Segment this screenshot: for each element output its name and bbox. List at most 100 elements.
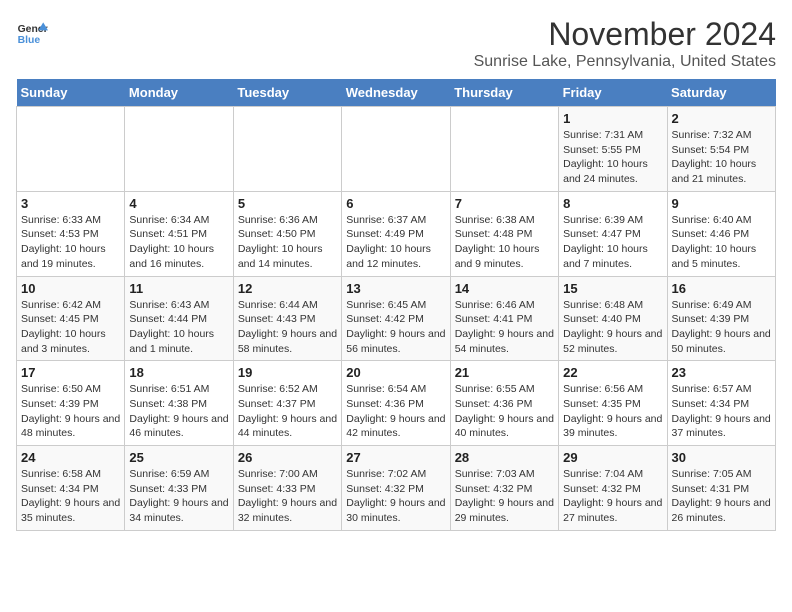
day-info: Sunrise: 7:04 AM Sunset: 4:32 PM Dayligh… [563, 467, 662, 526]
day-info: Sunrise: 7:00 AM Sunset: 4:33 PM Dayligh… [238, 467, 337, 526]
calendar-table: SundayMondayTuesdayWednesdayThursdayFrid… [16, 79, 776, 531]
day-info: Sunrise: 6:51 AM Sunset: 4:38 PM Dayligh… [129, 382, 228, 441]
day-info: Sunrise: 6:43 AM Sunset: 4:44 PM Dayligh… [129, 298, 228, 357]
day-info: Sunrise: 6:37 AM Sunset: 4:49 PM Dayligh… [346, 213, 445, 272]
day-number: 17 [21, 365, 120, 380]
day-number: 11 [129, 281, 228, 296]
calendar-cell [450, 107, 558, 192]
day-info: Sunrise: 6:59 AM Sunset: 4:33 PM Dayligh… [129, 467, 228, 526]
day-info: Sunrise: 6:52 AM Sunset: 4:37 PM Dayligh… [238, 382, 337, 441]
day-number: 14 [455, 281, 554, 296]
day-number: 3 [21, 196, 120, 211]
day-number: 15 [563, 281, 662, 296]
calendar-body: 1Sunrise: 7:31 AM Sunset: 5:55 PM Daylig… [17, 107, 776, 531]
day-number: 30 [672, 450, 771, 465]
day-number: 29 [563, 450, 662, 465]
calendar-cell: 13 Sunrise: 6:45 AM Sunset: 4:42 PM Dayli… [342, 276, 450, 361]
day-info: Sunrise: 6:49 AM Sunset: 4:39 PM Dayligh… [672, 298, 771, 357]
day-info: Sunrise: 7:02 AM Sunset: 4:32 PM Dayligh… [346, 467, 445, 526]
header-cell-monday: Monday [125, 79, 233, 107]
day-number: 25 [129, 450, 228, 465]
calendar-cell: 21 Sunrise: 6:55 AM Sunset: 4:36 PM Dayli… [450, 361, 558, 446]
day-number: 18 [129, 365, 228, 380]
header-cell-wednesday: Wednesday [342, 79, 450, 107]
calendar-week-3: 17 Sunrise: 6:50 AM Sunset: 4:39 PM Dayli… [17, 361, 776, 446]
day-number: 28 [455, 450, 554, 465]
calendar-cell: 14 Sunrise: 6:46 AM Sunset: 4:41 PM Dayli… [450, 276, 558, 361]
day-number: 26 [238, 450, 337, 465]
day-number: 4 [129, 196, 228, 211]
day-info: Sunrise: 6:42 AM Sunset: 4:45 PM Dayligh… [21, 298, 120, 357]
day-info: Sunrise: 6:55 AM Sunset: 4:36 PM Dayligh… [455, 382, 554, 441]
calendar-cell: 30 Sunrise: 7:05 AM Sunset: 4:31 PM Dayli… [667, 446, 775, 531]
day-info: Sunrise: 6:56 AM Sunset: 4:35 PM Dayligh… [563, 382, 662, 441]
calendar-cell: 5 Sunrise: 6:36 AM Sunset: 4:50 PM Daylig… [233, 191, 341, 276]
day-info: Sunrise: 7:31 AM Sunset: 5:55 PM Dayligh… [563, 128, 662, 187]
day-number: 23 [672, 365, 771, 380]
calendar-cell: 22 Sunrise: 6:56 AM Sunset: 4:35 PM Dayli… [559, 361, 667, 446]
calendar-cell: 10 Sunrise: 6:42 AM Sunset: 4:45 PM Dayli… [17, 276, 125, 361]
day-number: 9 [672, 196, 771, 211]
header-cell-tuesday: Tuesday [233, 79, 341, 107]
day-number: 12 [238, 281, 337, 296]
day-info: Sunrise: 6:33 AM Sunset: 4:53 PM Dayligh… [21, 213, 120, 272]
day-info: Sunrise: 6:57 AM Sunset: 4:34 PM Dayligh… [672, 382, 771, 441]
header-row: SundayMondayTuesdayWednesdayThursdayFrid… [17, 79, 776, 107]
calendar-cell: 17 Sunrise: 6:50 AM Sunset: 4:39 PM Dayli… [17, 361, 125, 446]
subtitle: Sunrise Lake, Pennsylvania, United State… [474, 53, 776, 71]
calendar-week-2: 10 Sunrise: 6:42 AM Sunset: 4:45 PM Dayli… [17, 276, 776, 361]
header-cell-friday: Friday [559, 79, 667, 107]
day-number: 21 [455, 365, 554, 380]
calendar-cell: 24Sunrise: 6:58 AM Sunset: 4:34 PM Dayli… [17, 446, 125, 531]
calendar-cell: 7Sunrise: 6:38 AM Sunset: 4:48 PM Daylig… [450, 191, 558, 276]
calendar-cell: 4 Sunrise: 6:34 AM Sunset: 4:51 PM Daylig… [125, 191, 233, 276]
logo-icon: General Blue [16, 16, 48, 48]
day-info: Sunrise: 7:05 AM Sunset: 4:31 PM Dayligh… [672, 467, 771, 526]
day-number: 19 [238, 365, 337, 380]
calendar-cell: 1Sunrise: 7:31 AM Sunset: 5:55 PM Daylig… [559, 107, 667, 192]
calendar-cell: 20 Sunrise: 6:54 AM Sunset: 4:36 PM Dayli… [342, 361, 450, 446]
day-info: Sunrise: 6:39 AM Sunset: 4:47 PM Dayligh… [563, 213, 662, 272]
calendar-cell: 27 Sunrise: 7:02 AM Sunset: 4:32 PM Dayli… [342, 446, 450, 531]
day-info: Sunrise: 6:44 AM Sunset: 4:43 PM Dayligh… [238, 298, 337, 357]
title-block: November 2024 Sunrise Lake, Pennsylvania… [474, 16, 776, 71]
calendar-cell: 25 Sunrise: 6:59 AM Sunset: 4:33 PM Dayli… [125, 446, 233, 531]
calendar-cell: 8 Sunrise: 6:39 AM Sunset: 4:47 PM Daylig… [559, 191, 667, 276]
day-number: 5 [238, 196, 337, 211]
day-info: Sunrise: 6:58 AM Sunset: 4:34 PM Dayligh… [21, 467, 120, 526]
calendar-week-1: 3 Sunrise: 6:33 AM Sunset: 4:53 PM Daylig… [17, 191, 776, 276]
day-info: Sunrise: 6:40 AM Sunset: 4:46 PM Dayligh… [672, 213, 771, 272]
header-cell-sunday: Sunday [17, 79, 125, 107]
day-info: Sunrise: 6:50 AM Sunset: 4:39 PM Dayligh… [21, 382, 120, 441]
calendar-cell: 3 Sunrise: 6:33 AM Sunset: 4:53 PM Daylig… [17, 191, 125, 276]
day-info: Sunrise: 7:03 AM Sunset: 4:32 PM Dayligh… [455, 467, 554, 526]
day-info: Sunrise: 6:36 AM Sunset: 4:50 PM Dayligh… [238, 213, 337, 272]
calendar-header: SundayMondayTuesdayWednesdayThursdayFrid… [17, 79, 776, 107]
day-number: 13 [346, 281, 445, 296]
calendar-cell: 11 Sunrise: 6:43 AM Sunset: 4:44 PM Dayli… [125, 276, 233, 361]
day-number: 10 [21, 281, 120, 296]
calendar-cell: 2 Sunrise: 7:32 AM Sunset: 5:54 PM Daylig… [667, 107, 775, 192]
day-info: Sunrise: 7:32 AM Sunset: 5:54 PM Dayligh… [672, 128, 771, 187]
calendar-cell [233, 107, 341, 192]
month-title: November 2024 [474, 16, 776, 53]
day-info: Sunrise: 6:46 AM Sunset: 4:41 PM Dayligh… [455, 298, 554, 357]
calendar-cell: 16Sunrise: 6:49 AM Sunset: 4:39 PM Dayli… [667, 276, 775, 361]
calendar-cell [342, 107, 450, 192]
day-number: 22 [563, 365, 662, 380]
day-number: 2 [672, 111, 771, 126]
calendar-cell [125, 107, 233, 192]
calendar-cell: 18 Sunrise: 6:51 AM Sunset: 4:38 PM Dayli… [125, 361, 233, 446]
day-number: 8 [563, 196, 662, 211]
day-number: 27 [346, 450, 445, 465]
day-number: 20 [346, 365, 445, 380]
day-info: Sunrise: 6:54 AM Sunset: 4:36 PM Dayligh… [346, 382, 445, 441]
day-info: Sunrise: 6:45 AM Sunset: 4:42 PM Dayligh… [346, 298, 445, 357]
svg-text:Blue: Blue [18, 35, 41, 46]
day-info: Sunrise: 6:34 AM Sunset: 4:51 PM Dayligh… [129, 213, 228, 272]
calendar-cell: 29 Sunrise: 7:04 AM Sunset: 4:32 PM Dayli… [559, 446, 667, 531]
page-header: General Blue November 2024 Sunrise Lake,… [16, 16, 776, 71]
day-number: 7 [455, 196, 554, 211]
logo: General Blue [16, 16, 48, 48]
calendar-week-4: 24Sunrise: 6:58 AM Sunset: 4:34 PM Dayli… [17, 446, 776, 531]
